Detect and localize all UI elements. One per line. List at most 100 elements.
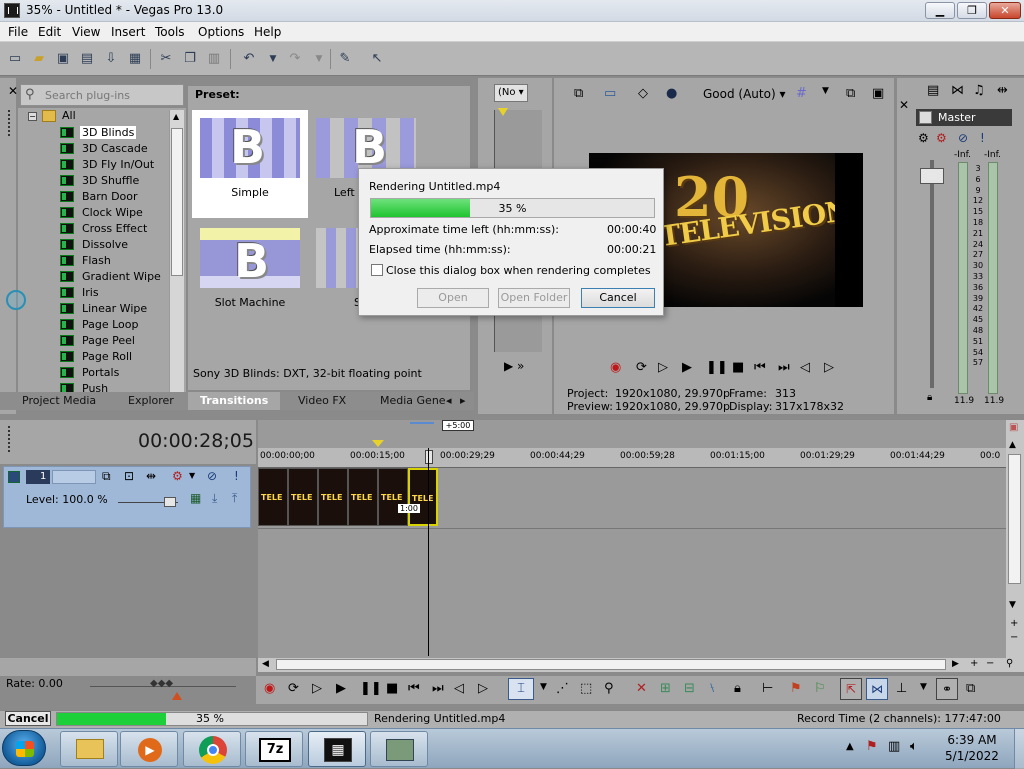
- zoom-out-time-icon[interactable]: −: [986, 658, 994, 669]
- menu-file[interactable]: File: [8, 25, 28, 39]
- scroll-up-icon[interactable]: ▲: [1009, 440, 1016, 450]
- master-fader-handle[interactable]: [920, 168, 944, 184]
- go-to-start-icon[interactable]: ⏮: [408, 681, 420, 696]
- track-fx-dropdown-icon[interactable]: ▼: [189, 471, 195, 480]
- lock-envelopes-icon[interactable]: ⚭: [936, 678, 958, 700]
- play-from-start-icon[interactable]: ▷: [658, 360, 668, 375]
- compositing-icon[interactable]: ⇹: [146, 469, 156, 483]
- menu-view[interactable]: View: [72, 25, 100, 39]
- volume-icon[interactable]: 🔈︎: [910, 739, 918, 754]
- normal-edit-tool-icon[interactable]: ⌶: [508, 678, 534, 700]
- track-mute-icon[interactable]: ⊘: [207, 469, 217, 483]
- start-button[interactable]: [2, 730, 46, 766]
- zoom-edit-tool-icon[interactable]: ⚲: [604, 681, 614, 696]
- cancel-button[interactable]: Cancel: [581, 288, 655, 308]
- edit-tool-dropdown-icon[interactable]: ▼: [540, 682, 547, 692]
- split-screen-icon[interactable]: ◇: [638, 86, 648, 101]
- make-parent-icon[interactable]: ⤓: [212, 491, 217, 506]
- vegas-app-icon[interactable]: [4, 3, 20, 18]
- split-icon[interactable]: ⧷: [710, 681, 714, 696]
- rate-slider-thumb[interactable]: ◆◆◆: [150, 678, 173, 689]
- tray-expand-icon[interactable]: ▲: [846, 741, 854, 752]
- copy-icon[interactable]: ❐: [181, 50, 199, 68]
- record-icon[interactable]: ◉: [610, 360, 621, 375]
- go-to-start-icon[interactable]: ⏮: [754, 360, 766, 375]
- action-center-icon[interactable]: ⚑: [866, 739, 878, 754]
- time-ruler[interactable]: 00:00:00;00 00:00:15;00 00:00:29;29 00:0…: [258, 448, 1006, 468]
- pan-crop-icon[interactable]: ⊡: [124, 469, 134, 483]
- menu-edit[interactable]: Edit: [38, 25, 61, 39]
- render-icon[interactable]: ⇩: [102, 50, 120, 68]
- save-snapshot-icon[interactable]: ▣: [872, 86, 884, 101]
- close-master-icon[interactable]: ✕: [899, 98, 909, 112]
- trim-start-icon[interactable]: ⊟: [684, 681, 695, 696]
- paste-icon[interactable]: ▥: [205, 50, 223, 68]
- mute-icon[interactable]: ⊘: [958, 131, 968, 145]
- scroll-left-icon[interactable]: ◀: [262, 659, 269, 669]
- help-pointer-icon[interactable]: ↖: [368, 50, 386, 68]
- marker-bar-icon[interactable]: ▣: [1009, 422, 1018, 433]
- preset-simple[interactable]: B Simple: [192, 110, 308, 218]
- loop-region-bar[interactable]: [410, 422, 434, 424]
- track-expand-icon[interactable]: [8, 471, 20, 483]
- zoom-out-icon[interactable]: −: [1010, 632, 1018, 643]
- scroll-thumb[interactable]: [171, 128, 183, 276]
- snapping-dropdown-icon[interactable]: ▼: [920, 682, 927, 692]
- save-as-icon[interactable]: ▤: [78, 50, 96, 68]
- tab-explorer[interactable]: Explorer: [128, 394, 174, 407]
- next-frame-icon[interactable]: ▷: [824, 360, 834, 375]
- cut-icon[interactable]: ✂: [157, 50, 175, 68]
- maximize-button[interactable]: ❐: [957, 2, 987, 19]
- trimmer-dropdown[interactable]: (No ▾: [494, 84, 528, 102]
- open-folder-button[interactable]: Open Folder: [498, 288, 570, 308]
- close-panel-icon[interactable]: ✕: [8, 84, 18, 98]
- composite-mode-icon[interactable]: ▦: [190, 491, 201, 505]
- pause-icon[interactable]: ❚❚: [706, 360, 728, 375]
- system-clock[interactable]: 6:39 AM 5/1/2022: [938, 732, 1006, 764]
- close-when-done-label[interactable]: Close this dialog box when rendering com…: [386, 264, 651, 277]
- loop-icon[interactable]: ⟳: [636, 360, 647, 375]
- scroll-down-icon[interactable]: ▼: [1009, 600, 1016, 610]
- scroll-up-icon[interactable]: ▲: [173, 112, 179, 121]
- snapping-icon[interactable]: ⊥: [896, 681, 907, 696]
- external-monitor-icon[interactable]: ▭: [604, 86, 616, 101]
- tab-transitions[interactable]: Transitions: [188, 392, 281, 410]
- close-button[interactable]: ✕: [989, 2, 1021, 19]
- search-plugins-field[interactable]: ⚲ Search plug-ins: [20, 84, 184, 106]
- track-motion-icon[interactable]: ⧉: [102, 469, 111, 484]
- trim-icon[interactable]: ⊞: [660, 681, 671, 696]
- bus-fx-icon[interactable]: ⚙: [936, 131, 947, 145]
- play-from-start-icon[interactable]: ▷: [312, 681, 322, 696]
- meter-options-icon[interactable]: ⇹: [997, 83, 1008, 98]
- selection-tool-icon[interactable]: ⬚: [580, 681, 592, 696]
- envelope-tool-icon[interactable]: ⋰: [556, 681, 569, 696]
- show-desktop-button[interactable]: [1014, 729, 1024, 769]
- trimmer-play-icon[interactable]: ▶ »: [504, 359, 524, 373]
- preview-properties-icon[interactable]: ⧉: [574, 86, 583, 101]
- tab-scroll-right-icon[interactable]: ▸: [460, 394, 466, 407]
- tab-project-media[interactable]: Project Media: [22, 394, 96, 407]
- master-expand-icon[interactable]: [919, 111, 932, 124]
- timeline-horizontal-scrollbar[interactable]: ◀ ▶ + − ⚲: [258, 658, 1024, 672]
- tab-media-generators[interactable]: Media Gene: [380, 394, 446, 407]
- copy-snapshot-icon[interactable]: ⧉: [846, 86, 855, 101]
- play-icon[interactable]: ▶: [682, 360, 692, 375]
- open-button[interactable]: Open: [417, 288, 489, 308]
- play-icon[interactable]: ▶: [336, 681, 346, 696]
- delete-icon[interactable]: ✕: [636, 681, 647, 696]
- master-properties-icon[interactable]: ▤: [927, 83, 939, 98]
- video-event[interactable]: TELE: [348, 468, 378, 526]
- stop-icon[interactable]: ■: [732, 360, 744, 375]
- grid-icon[interactable]: #: [796, 86, 807, 101]
- marker-icon[interactable]: [372, 440, 384, 447]
- go-to-end-icon[interactable]: ⏭: [432, 681, 444, 696]
- insert-region-icon[interactable]: ⚐: [814, 681, 826, 696]
- taskbar-explorer[interactable]: [60, 731, 118, 767]
- taskbar-media-player[interactable]: ▶: [120, 731, 178, 767]
- auto-crossfade-icon[interactable]: ⋈: [866, 678, 888, 700]
- new-icon[interactable]: ▭: [6, 50, 24, 68]
- tree-root-all[interactable]: All: [62, 109, 76, 122]
- overlay-icon[interactable]: ●: [666, 86, 677, 101]
- tab-scroll-left-icon[interactable]: ◂: [446, 394, 452, 407]
- insert-marker-icon[interactable]: ⚑: [790, 681, 802, 696]
